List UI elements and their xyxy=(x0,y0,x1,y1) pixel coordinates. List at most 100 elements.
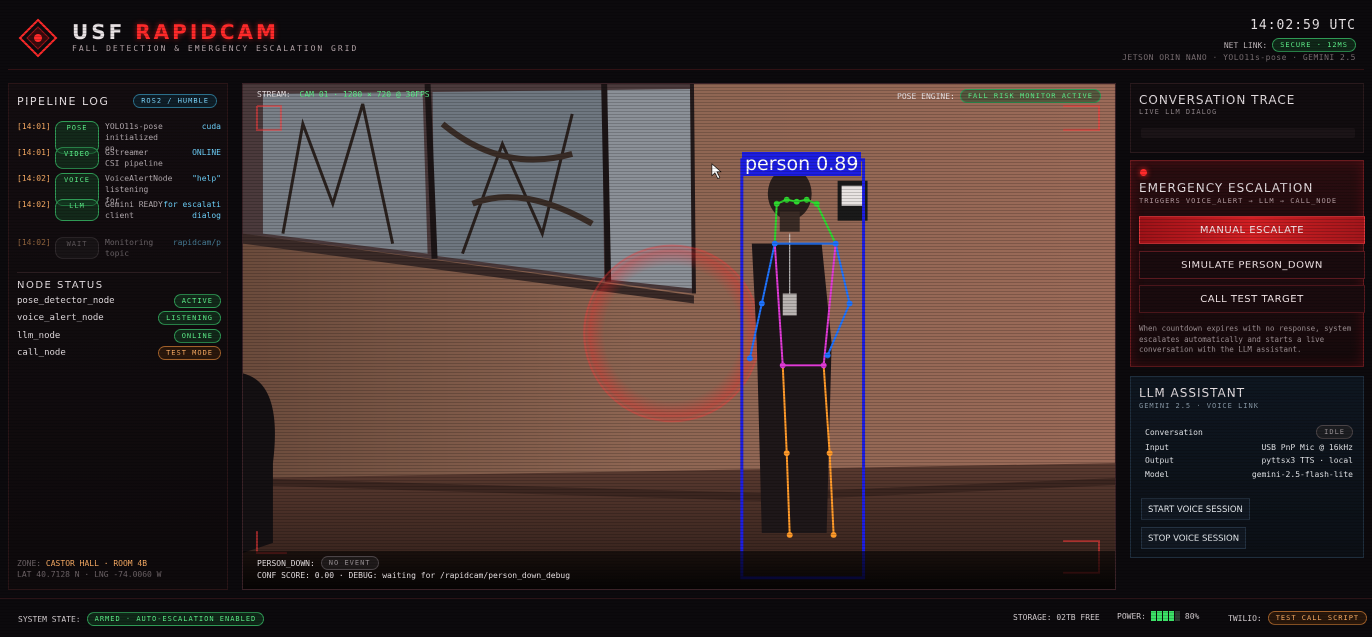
app-subtitle: FALL DETECTION & EMERGENCY ESCALATION GR… xyxy=(72,44,359,53)
stream-info: STREAM: CAM 01 · 1280 × 720 @ 30FPS xyxy=(257,90,430,99)
system-state: SYSTEM STATE: ARMED · AUTO-ESCALATION EN… xyxy=(18,612,265,626)
zone-label: ZONE: xyxy=(17,559,42,568)
conversation-panel: CONVERSATION TRACE LIVE LLM DIALOG xyxy=(1130,83,1364,153)
escalation-note: When countdown expires with no response,… xyxy=(1139,324,1352,354)
llm-row-value: gemini-2.5-flash-lite xyxy=(1251,470,1353,479)
llm-subtitle: GEMINI 2.5 · VOICE LINK xyxy=(1139,402,1259,410)
node-status-badge: LISTENING xyxy=(158,311,221,325)
alert-indicator-icon xyxy=(1140,169,1147,176)
conversation-label: Conversation xyxy=(1145,427,1203,437)
logo-icon xyxy=(18,18,58,58)
llm-info-row: Input USB PnP Mic @ 16kHz xyxy=(1145,443,1353,452)
stop-voice-session-button[interactable]: STOP VOICE SESSION xyxy=(1141,527,1247,549)
ros-badge: ROS2 / HUMBLE xyxy=(133,94,217,108)
log-tag: VIDEO xyxy=(55,147,99,169)
gps-coordinates: LAT 40.7128 N · LNG -74.0060 W xyxy=(17,570,162,579)
camera-footer: PERSON_DOWN: NO EVENT CONF SCORE: 0.00 ·… xyxy=(243,551,1115,589)
log-time: [14:01] xyxy=(17,148,51,157)
pose-engine-status: POSE ENGINE: FALL RISK MONITOR ACTIVE xyxy=(897,89,1101,103)
node-row: call_node TEST MODE xyxy=(17,346,221,360)
power-segment xyxy=(1174,611,1180,621)
node-name: llm_node xyxy=(17,331,61,341)
system-state-label: SYSTEM STATE: xyxy=(18,614,81,624)
log-value: for escalati dialog xyxy=(163,200,221,220)
conversation-status-badge: IDLE xyxy=(1316,425,1353,439)
hardware-info: JETSON ORIN NANO · YOLO11s-pose · GEMINI… xyxy=(1122,53,1356,62)
person-down-label: PERSON_DOWN: xyxy=(257,558,315,568)
emergency-title: EMERGENCY ESCALATION xyxy=(1139,181,1314,195)
power-value: 80% xyxy=(1184,611,1200,621)
divider xyxy=(17,272,221,273)
conversation-title: CONVERSATION TRACE xyxy=(1139,93,1296,107)
pipeline-panel: PIPELINE LOG ROS2 / HUMBLE [14:01] POSE … xyxy=(8,83,228,590)
log-value: ONLINE xyxy=(192,148,221,157)
system-state-badge: ARMED · AUTO-ESCALATION ENABLED xyxy=(86,612,265,626)
node-status-badge: TEST MODE xyxy=(158,346,221,360)
zone-value: CASTOR HALL · ROOM 4B xyxy=(45,559,148,568)
log-message: Gemini READY client xyxy=(105,200,163,220)
llm-row-value: pyttsx3 TTS · local xyxy=(1261,456,1353,465)
app-title: USF RAPIDCAM xyxy=(72,20,279,44)
manual-escalate-button[interactable]: MANUAL ESCALATE xyxy=(1139,216,1365,244)
node-status-badge: ACTIVE xyxy=(173,294,221,308)
app-title-accent: RAPIDCAM xyxy=(135,20,279,44)
llm-title: LLM ASSISTANT xyxy=(1139,386,1246,400)
llm-info-box: Conversation IDLE Input USB PnP Mic @ 16… xyxy=(1139,419,1359,499)
emergency-panel: EMERGENCY ESCALATION TRIGGERS VOICE_ALER… xyxy=(1130,160,1365,367)
log-message: GStreamer CSI pipeline xyxy=(105,148,163,168)
storage-info: STORAGE: 02TB FREE xyxy=(1013,613,1100,622)
log-time: [14:02] xyxy=(17,238,51,247)
confidence-debug-line: CONF SCORE: 0.00 · DEBUG: waiting for /r… xyxy=(257,571,571,580)
pose-engine-label: POSE ENGINE: xyxy=(897,91,955,101)
node-name: voice_alert_node xyxy=(17,313,104,323)
log-entry: [14:01] VIDEO GStreamer CSI pipeline ONL… xyxy=(17,147,221,169)
llm-row-label: Output xyxy=(1145,456,1174,465)
node-name: pose_detector_node xyxy=(17,296,115,306)
person-down-badge: NO EVENT xyxy=(320,556,379,570)
zone-info: ZONE: CASTOR HALL · ROOM 4B xyxy=(17,559,147,568)
pipeline-log-title: PIPELINE LOG xyxy=(17,95,110,108)
llm-info-row: Model gemini-2.5-flash-lite xyxy=(1145,470,1353,479)
llm-row-value: USB PnP Mic @ 16kHz xyxy=(1261,443,1353,452)
llm-assistant-panel: LLM ASSISTANT GEMINI 2.5 · VOICE LINK Co… xyxy=(1130,376,1364,558)
log-value: rapidcam/p xyxy=(172,238,221,247)
node-name: call_node xyxy=(17,348,66,358)
log-entry: [14:02] LLM Gemini READY client for esca… xyxy=(17,199,221,221)
node-row: llm_node ONLINE xyxy=(17,329,221,343)
power-segment xyxy=(1156,611,1162,621)
log-tag: LLM xyxy=(55,199,99,221)
call-test-target-button[interactable]: CALL TEST TARGET xyxy=(1139,285,1365,313)
simulate-person-down-button[interactable]: SIMULATE PERSON_DOWN xyxy=(1139,251,1365,279)
utc-clock: 14:02:59 UTC xyxy=(1250,18,1356,33)
llm-info-row: Output pyttsx3 TTS · local xyxy=(1145,456,1353,465)
node-status-badge: ONLINE xyxy=(173,329,221,343)
log-entry: [14:02] WAIT Monitoring topic rapidcam/p xyxy=(17,237,221,259)
llm-row-label: Model xyxy=(1145,470,1170,479)
stream-value: CAM 01 · 1280 × 720 @ 30FPS xyxy=(299,90,430,99)
battery-icon xyxy=(1150,611,1180,621)
llm-row-label: Input xyxy=(1145,443,1170,452)
log-time: [14:02] xyxy=(17,200,51,209)
log-message: Monitoring topic xyxy=(105,238,154,258)
power-label: POWER: xyxy=(1117,611,1146,621)
start-voice-session-button[interactable]: START VOICE SESSION xyxy=(1141,498,1250,520)
net-link-label: NET LINK: xyxy=(1223,40,1268,50)
camera-feed[interactable]: STREAM: CAM 01 · 1280 × 720 @ 30FPS POSE… xyxy=(242,83,1116,590)
pose-engine-badge: FALL RISK MONITOR ACTIVE xyxy=(959,89,1101,103)
node-status-title: NODE STATUS xyxy=(17,280,104,291)
conversation-subtitle: LIVE LLM DIALOG xyxy=(1139,108,1218,116)
stream-label: STREAM: xyxy=(257,90,291,99)
app-title-main: USF xyxy=(72,20,126,44)
detection-label: person 0.89 xyxy=(742,152,862,176)
conversation-log[interactable] xyxy=(1141,128,1355,138)
twilio-badge[interactable]: TEST CALL SCRIPT xyxy=(1267,611,1368,625)
camera-scene xyxy=(243,84,1115,589)
status-footer: SYSTEM STATE: ARMED · AUTO-ESCALATION EN… xyxy=(0,598,1372,637)
net-link-badge: SECURE · 12MS xyxy=(1272,38,1356,52)
node-row: voice_alert_node LISTENING xyxy=(17,311,221,325)
person-down-status: PERSON_DOWN: NO EVENT xyxy=(257,556,379,570)
net-link-status: NET LINK: SECURE · 12MS xyxy=(1224,38,1356,52)
conversation-status-row: Conversation IDLE xyxy=(1145,425,1353,439)
header-bar: USF RAPIDCAM FALL DETECTION & EMERGENCY … xyxy=(8,8,1364,70)
power-segment xyxy=(1168,611,1174,621)
